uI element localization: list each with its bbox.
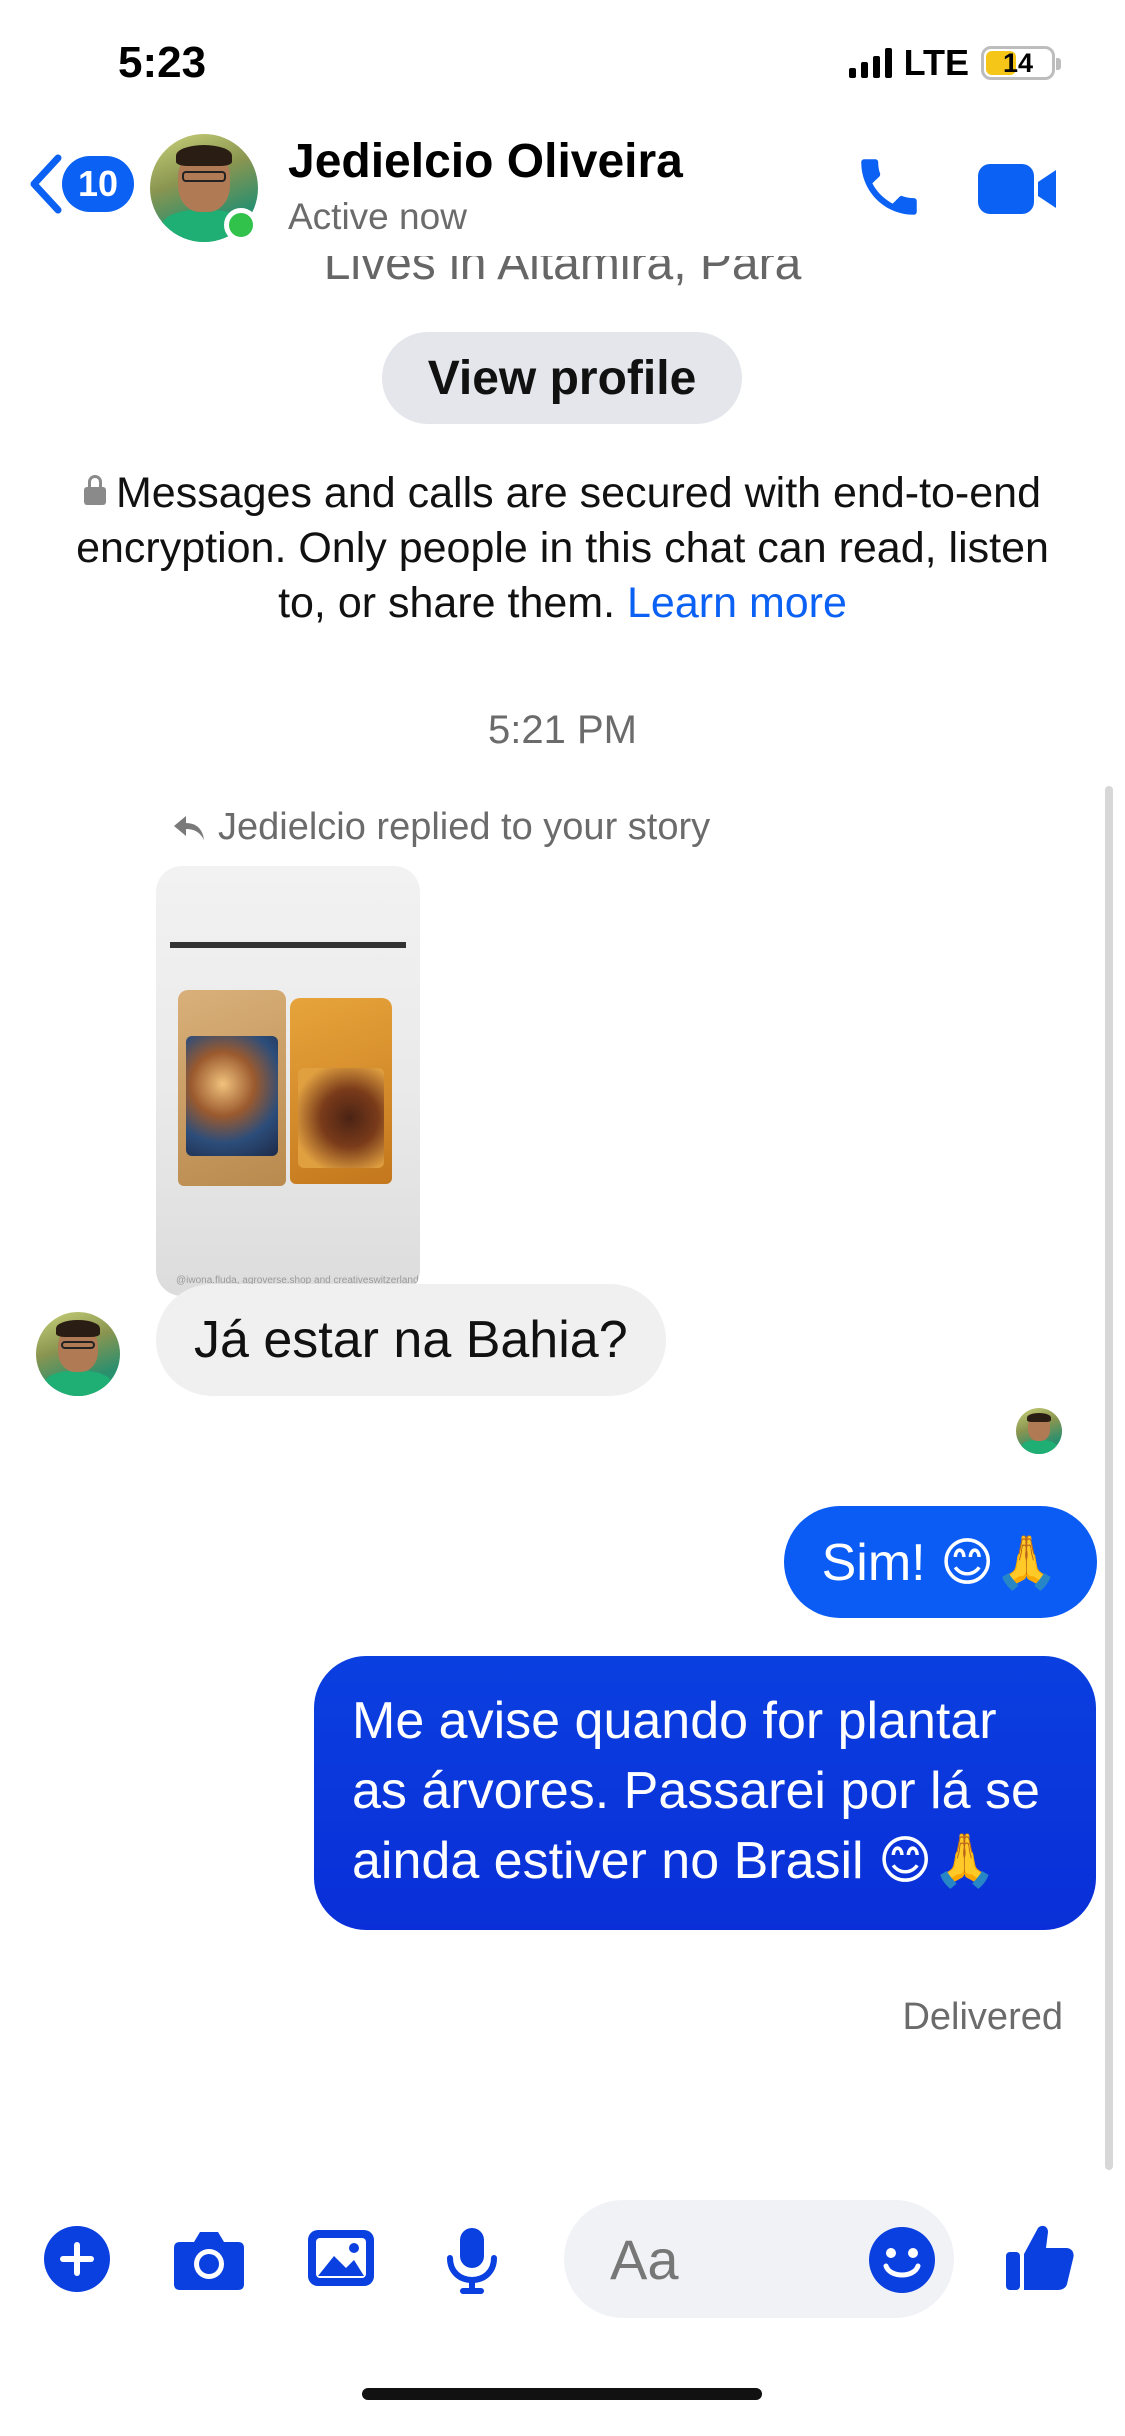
chevron-left-icon xyxy=(30,154,62,214)
encryption-notice: Messages and calls are secured with end-… xyxy=(70,466,1055,631)
status-time: 5:23 xyxy=(118,38,207,87)
contact-name[interactable]: Jedielcio Oliveira xyxy=(288,134,683,189)
lock-icon xyxy=(83,475,106,505)
reply-arrow-icon xyxy=(174,815,204,840)
camera-icon[interactable] xyxy=(172,2226,246,2297)
status-indicators: LTE 14 xyxy=(848,42,1061,84)
online-status-dot xyxy=(224,208,258,242)
emoji-icon[interactable] xyxy=(868,2226,936,2299)
battery-level: 14 xyxy=(1002,47,1034,78)
outgoing-message[interactable]: Me avise quando for plantar as árvores. … xyxy=(314,1656,1096,1930)
video-camera-icon[interactable] xyxy=(976,160,1060,223)
unread-count-badge: 10 xyxy=(62,156,135,212)
microphone-icon[interactable] xyxy=(444,2226,500,2301)
story-reply-label: Jedielcio replied to your story xyxy=(172,806,710,849)
image-icon[interactable] xyxy=(306,2226,376,2295)
view-profile-button[interactable]: View profile xyxy=(382,332,742,424)
back-button[interactable]: 10 xyxy=(26,152,135,216)
outgoing-message[interactable]: Sim! 😊🙏 xyxy=(783,1506,1097,1618)
scrollbar[interactable] xyxy=(1105,786,1113,2170)
battery-icon: 14 xyxy=(981,46,1061,80)
product-bag-image xyxy=(290,998,392,1184)
product-bag-image xyxy=(178,990,286,1186)
phone-icon[interactable] xyxy=(852,150,926,229)
incoming-message[interactable]: Já estar na Bahia? xyxy=(156,1284,666,1396)
story-thumbnail[interactable]: @iwona.fluda, agroverse.shop and creativ… xyxy=(156,866,420,1296)
story-reply-text: Jedielcio replied to your story xyxy=(218,806,711,848)
encryption-text: Messages and calls are secured with end-… xyxy=(76,469,1049,627)
active-status: Active now xyxy=(288,196,467,237)
thumbs-up-icon[interactable] xyxy=(1004,2222,1076,2299)
read-receipt-avatar xyxy=(1016,1408,1062,1454)
plus-icon[interactable] xyxy=(44,2226,110,2297)
sender-avatar[interactable] xyxy=(36,1312,120,1396)
learn-more-link[interactable]: Learn more xyxy=(627,579,847,627)
signal-icon xyxy=(848,48,892,78)
delivery-status: Delivered xyxy=(902,1996,1063,2038)
home-indicator[interactable] xyxy=(362,2388,762,2400)
message-timestamp: 5:21 PM xyxy=(488,708,637,752)
message-input[interactable] xyxy=(608,2225,832,2293)
network-label: LTE xyxy=(903,42,969,83)
